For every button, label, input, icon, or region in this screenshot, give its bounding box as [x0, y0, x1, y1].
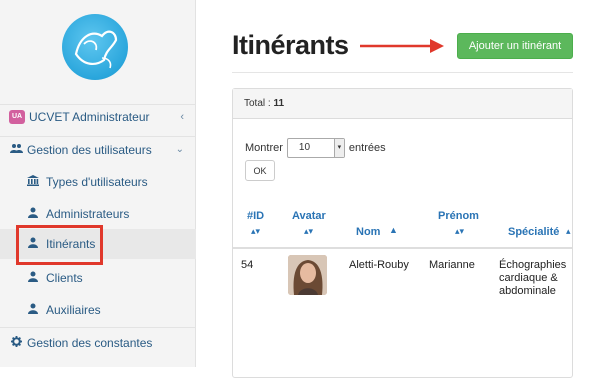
sort-icon[interactable]: ▴▾ — [251, 226, 260, 237]
sidebar-section-label: Gestion des utilisateurs — [27, 142, 152, 157]
chevron-left-icon: ‹ — [180, 110, 184, 123]
length-prefix: Montrer — [245, 142, 283, 154]
total-value: 11 — [273, 98, 285, 109]
length-control: Montrer 10 ▾ entrées — [245, 138, 386, 158]
ok-button[interactable]: OK — [245, 160, 275, 181]
sort-asc-icon[interactable]: ▲ — [389, 225, 398, 235]
cell-nom: Aletti-Rouby — [349, 259, 409, 271]
sidebar-item-clients[interactable]: Clients — [0, 268, 196, 288]
avatar — [288, 255, 327, 295]
sidebar-section-constants[interactable]: Gestion des constantes — [0, 327, 196, 357]
sidebar-item-label: Auxiliaires — [46, 303, 101, 317]
add-itinerant-button[interactable]: Ajouter un itinérant — [457, 33, 573, 59]
chevron-down-icon: ⌄ — [175, 144, 184, 155]
bank-icon — [26, 175, 40, 189]
sidebar-item-label: Types d'utilisateurs — [46, 175, 148, 189]
user-tie-icon — [26, 303, 40, 317]
divider — [232, 72, 573, 73]
column-header-id[interactable]: #ID — [247, 210, 264, 222]
cell-specialite: Échographies cardiaque & abdominale — [499, 259, 567, 297]
cell-id: 54 — [241, 259, 254, 271]
select-arrow-icon: ▾ — [333, 139, 344, 157]
sort-icon[interactable]: ▴ — [566, 226, 571, 237]
sidebar-item-types-utilisateurs[interactable]: Types d'utilisateurs — [0, 172, 196, 192]
sidebar-item-administrateurs[interactable]: Administrateurs — [0, 204, 196, 224]
sidebar-section-label: Gestion des constantes — [27, 335, 153, 350]
user-tie-icon — [26, 207, 40, 221]
user-tie-icon — [26, 271, 40, 285]
column-header-specialite[interactable]: Spécialité — [508, 226, 559, 238]
gear-icon — [9, 335, 23, 350]
column-header-avatar[interactable]: Avatar — [292, 210, 326, 222]
page-length-value: 10 — [298, 142, 311, 153]
length-suffix: entrées — [348, 142, 386, 154]
ua-badge: UA — [9, 109, 25, 124]
sidebar-item-label: Clients — [46, 271, 83, 285]
page-length-select[interactable]: 10 ▾ — [286, 138, 345, 158]
sort-icon[interactable]: ▴▾ — [304, 226, 313, 237]
highlight-annotation — [16, 225, 103, 265]
column-header-prenom[interactable]: Prénom — [438, 210, 479, 222]
sort-icon[interactable]: ▴▾ — [455, 226, 464, 237]
cell-prenom: Marianne — [429, 259, 475, 271]
itinerants-panel: Total : 11 Montrer 10 ▾ entrées OK #ID ▴… — [232, 88, 573, 378]
sidebar-item-label: Administrateurs — [46, 207, 130, 221]
column-header-nom[interactable]: Nom — [356, 226, 380, 238]
sidebar-item-auxiliaires[interactable]: Auxiliaires — [0, 300, 196, 320]
app-logo[interactable] — [62, 14, 128, 80]
users-icon — [9, 143, 23, 156]
arrow-annotation — [360, 39, 444, 53]
sidebar-header-admin[interactable]: UA UCVET Administrateur ‹ — [0, 104, 196, 128]
total-label: Total : — [244, 98, 271, 109]
table-header-divider — [233, 247, 572, 249]
sidebar-section-users[interactable]: Gestion des utilisateurs ⌄ — [0, 136, 196, 162]
sidebar: UA UCVET Administrateur ‹ Gestion des ut… — [0, 0, 196, 367]
page-title: Itinérants — [232, 30, 349, 60]
panel-heading: Total : 11 — [233, 89, 572, 119]
sidebar-header-label: UCVET Administrateur — [29, 109, 150, 124]
